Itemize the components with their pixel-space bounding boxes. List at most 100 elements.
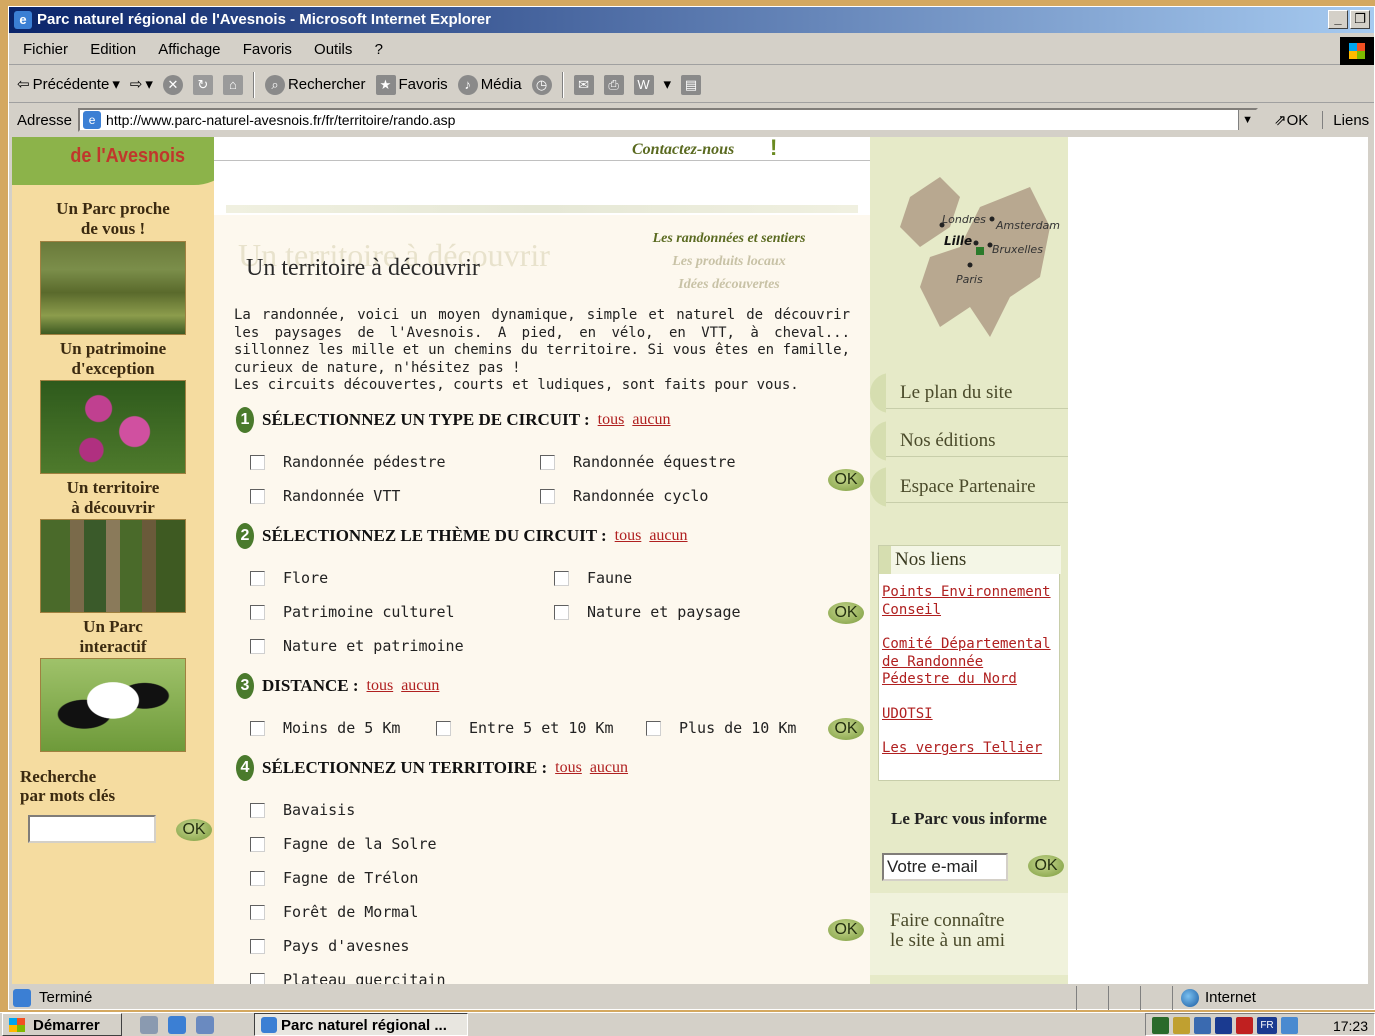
minimize-button[interactable]: _: [1328, 10, 1348, 29]
back-button[interactable]: ⇦ Précédente ▾: [17, 67, 120, 103]
select-all-link[interactable]: tous: [367, 677, 394, 695]
checkbox-option[interactable]: Bavaisis: [250, 801, 355, 819]
nav-patrimoine[interactable]: Un patrimoine d'exception: [12, 339, 214, 379]
checkbox-option[interactable]: Pays d'avesnes: [250, 937, 409, 955]
checkbox[interactable]: [250, 488, 265, 504]
checkbox-option[interactable]: Faune: [554, 569, 632, 587]
checkbox[interactable]: [436, 720, 451, 736]
menu-edition[interactable]: Edition: [90, 41, 136, 58]
word-icon[interactable]: W: [633, 74, 654, 95]
cow-image[interactable]: [40, 658, 186, 752]
contact-link[interactable]: Contactez-nous: [632, 141, 734, 159]
ie-launch-icon[interactable]: [168, 1016, 186, 1034]
home-icon[interactable]: ⌂: [222, 74, 243, 95]
landscape-image[interactable]: [40, 241, 186, 335]
checkbox[interactable]: [250, 638, 265, 654]
sublink-produits[interactable]: Les produits locaux: [624, 250, 834, 273]
discuss-icon[interactable]: ▤: [681, 74, 702, 95]
select-none-link[interactable]: aucun: [632, 411, 670, 429]
checkbox-option[interactable]: Plateau quercitain: [250, 971, 446, 984]
checkbox-option[interactable]: Randonnée cyclo: [540, 487, 708, 505]
network-icon[interactable]: [1194, 1017, 1211, 1034]
checkbox[interactable]: [250, 836, 265, 852]
checkbox[interactable]: [250, 604, 265, 620]
select-none-link[interactable]: aucun: [590, 759, 628, 777]
keyword-search-input[interactable]: [28, 815, 156, 843]
checkbox-option[interactable]: Randonnée pédestre: [250, 453, 446, 471]
select-none-link[interactable]: aucun: [649, 527, 687, 545]
link-espace-partenaire[interactable]: Espace Partenaire: [870, 467, 1068, 507]
checkbox-option[interactable]: Randonnée VTT: [250, 487, 400, 505]
select-all-link[interactable]: tous: [555, 759, 582, 777]
language-icon[interactable]: FR: [1257, 1017, 1277, 1034]
checkbox[interactable]: [646, 720, 661, 736]
email-ok-button[interactable]: OK: [1028, 855, 1064, 877]
checkbox-option[interactable]: Plus de 10 Km: [646, 719, 796, 737]
search-ok-button[interactable]: OK: [176, 819, 212, 841]
address-input[interactable]: e http://www.parc-naturel-avesnois.fr/fr…: [78, 108, 1259, 132]
menu-affichage[interactable]: Affichage: [158, 41, 220, 58]
link-nos-editions[interactable]: Nos éditions: [870, 421, 1068, 461]
favorites-button[interactable]: ★ Favoris: [375, 67, 448, 103]
checkbox[interactable]: [250, 454, 265, 470]
checkbox-option[interactable]: Randonnée équestre: [540, 453, 736, 471]
connection-icon[interactable]: [1281, 1017, 1298, 1034]
checkbox-option[interactable]: Nature et patrimoine: [250, 637, 464, 655]
external-link[interactable]: Points Environnement Conseil: [882, 584, 1058, 619]
checkbox[interactable]: [250, 972, 265, 984]
checkbox-option[interactable]: Forêt de Mormal: [250, 903, 418, 921]
menu-help[interactable]: ?: [375, 41, 383, 58]
checkbox-option[interactable]: Nature et paysage: [554, 603, 741, 621]
forward-button[interactable]: ⇨ ▾: [130, 67, 153, 103]
checkbox-option[interactable]: Patrimoine culturel: [250, 603, 455, 621]
checkbox[interactable]: [540, 454, 555, 470]
stop-icon[interactable]: ✕: [162, 74, 183, 95]
link-plan-du-site[interactable]: Le plan du site: [870, 373, 1068, 413]
media-button[interactable]: ♪ Média: [457, 67, 522, 103]
outlook-icon[interactable]: [196, 1016, 214, 1034]
menu-favoris[interactable]: Favoris: [243, 41, 292, 58]
checkbox-option[interactable]: Fagne de la Solre: [250, 835, 437, 853]
nav-territoire[interactable]: Un territoire à découvrir: [12, 478, 214, 518]
tell-a-friend[interactable]: Faire connaître le site à un ami: [870, 893, 1068, 975]
external-link[interactable]: UDOTSI: [882, 706, 1058, 724]
external-link[interactable]: Les vergers Tellier: [882, 740, 1058, 758]
mail-icon[interactable]: ✉: [573, 74, 594, 95]
nav-un-parc-proche[interactable]: Un Parc proche de vous !: [12, 199, 214, 239]
orchid-image[interactable]: [40, 380, 186, 474]
checkbox[interactable]: [540, 488, 555, 504]
external-link[interactable]: Comité Départemental de Randonnée Pédest…: [882, 636, 1058, 689]
maximize-button[interactable]: ❐: [1350, 10, 1370, 29]
checkbox-option[interactable]: Moins de 5 Km: [250, 719, 400, 737]
chevron-down-icon[interactable]: ▾: [664, 67, 672, 103]
checkbox[interactable]: [250, 938, 265, 954]
menu-fichier[interactable]: Fichier: [23, 41, 68, 58]
park-logo[interactable]: de l'Avesnois: [12, 137, 242, 185]
search-button[interactable]: ⌕ Rechercher: [264, 67, 366, 103]
refresh-icon[interactable]: ↻: [192, 74, 213, 95]
checkbox[interactable]: [250, 870, 265, 886]
address-dropdown-button[interactable]: ▼: [1238, 110, 1257, 130]
go-button[interactable]: ⇗OK: [1274, 111, 1324, 129]
acrobat-icon[interactable]: [1236, 1017, 1253, 1034]
menu-outils[interactable]: Outils: [314, 41, 352, 58]
email-input[interactable]: Votre e-mail: [882, 853, 1008, 881]
section-ok-button[interactable]: OK: [828, 602, 864, 624]
checkbox-option[interactable]: Flore: [250, 569, 328, 587]
checkbox[interactable]: [250, 904, 265, 920]
checkbox[interactable]: [554, 570, 569, 586]
start-button[interactable]: Démarrer: [2, 1013, 122, 1036]
volume-icon[interactable]: [1173, 1017, 1190, 1034]
checkbox[interactable]: [554, 604, 569, 620]
checkbox-option[interactable]: Fagne de Trélon: [250, 869, 418, 887]
checkbox[interactable]: [250, 570, 265, 586]
select-none-link[interactable]: aucun: [401, 677, 439, 695]
section-ok-button[interactable]: OK: [828, 919, 864, 941]
walkers-image[interactable]: [40, 519, 186, 613]
nav-interactif[interactable]: Un Parc interactif: [12, 617, 214, 657]
media-player-icon[interactable]: [1215, 1017, 1232, 1034]
sublink-randonnees[interactable]: Les randonnées et sentiers: [624, 227, 834, 250]
sublink-idees[interactable]: Idées découvertes: [624, 273, 834, 296]
print-icon[interactable]: ⎙: [603, 74, 624, 95]
checkbox-option[interactable]: Entre 5 et 10 Km: [436, 719, 614, 737]
